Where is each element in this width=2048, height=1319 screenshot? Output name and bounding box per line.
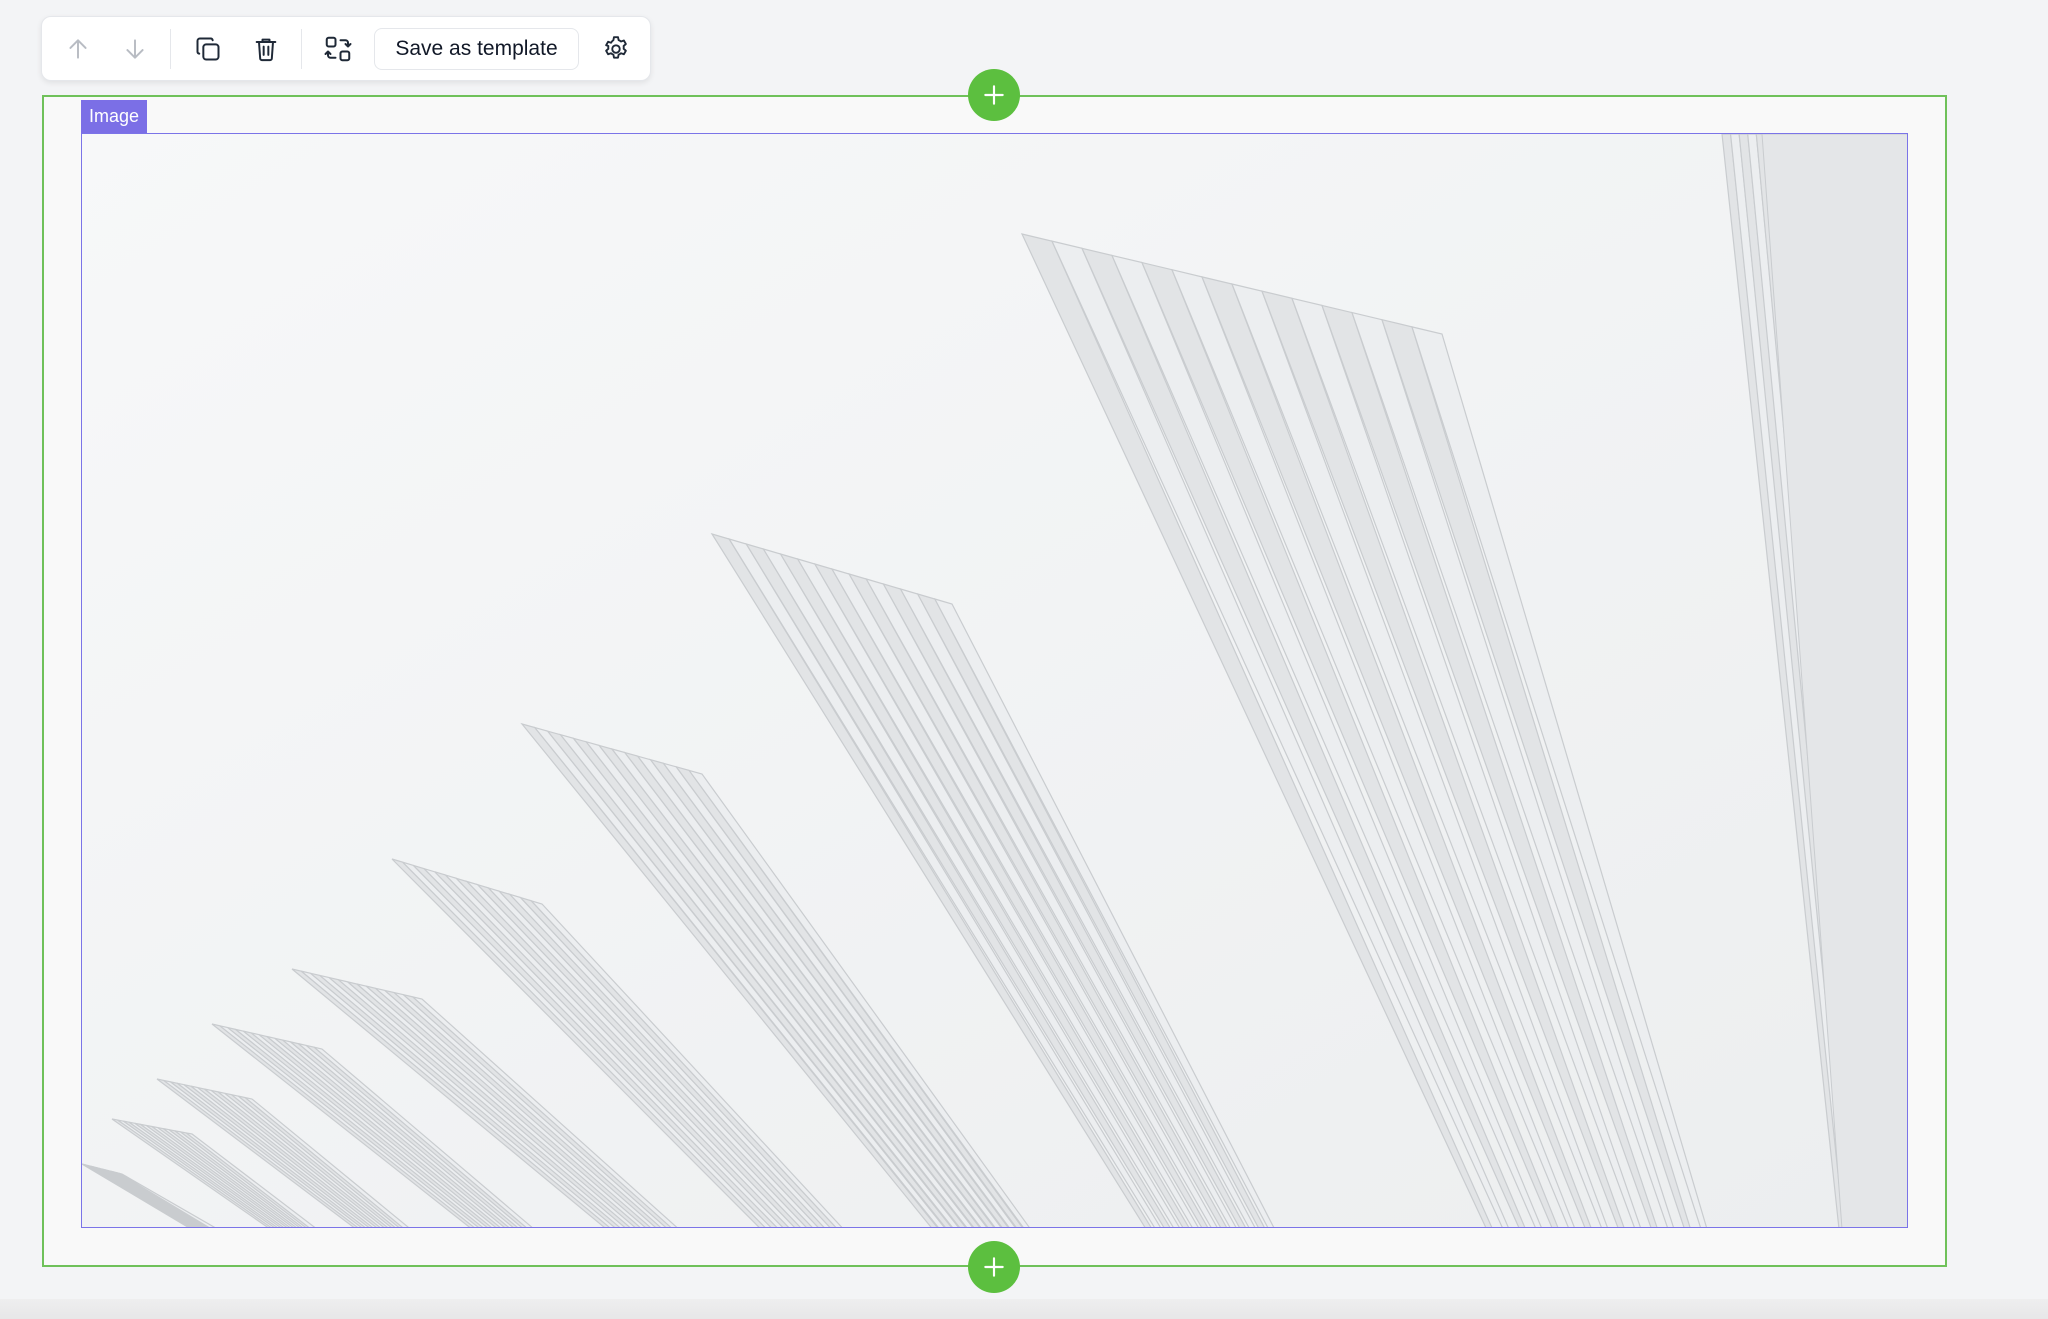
swap-block-button[interactable] (317, 28, 359, 70)
toolbar-divider (170, 29, 171, 69)
block-toolbar: Save as template (41, 16, 651, 81)
plus-icon (984, 85, 1004, 105)
toolbar-divider (301, 29, 302, 69)
editor-canvas: Save as template Image (0, 0, 2048, 1319)
image-block[interactable] (81, 133, 1908, 1228)
canvas-bottom-edge (0, 1299, 2048, 1319)
architecture-photo (82, 134, 1907, 1227)
trash-icon (255, 38, 277, 62)
block-settings-button[interactable] (595, 28, 637, 70)
move-down-button[interactable] (114, 28, 156, 70)
block-type-label: Image (81, 100, 148, 133)
copy-icon (196, 37, 220, 61)
duplicate-button[interactable] (187, 28, 229, 70)
add-block-above-button[interactable] (968, 69, 1020, 121)
move-up-button[interactable] (57, 28, 99, 70)
gear-icon (605, 36, 627, 59)
delete-button[interactable] (245, 28, 287, 70)
save-as-template-button[interactable]: Save as template (374, 28, 579, 70)
plus-icon (984, 1257, 1004, 1277)
arrow-down-icon (126, 39, 144, 59)
add-block-below-button[interactable] (968, 1241, 1020, 1293)
arrow-up-icon (69, 39, 87, 59)
swap-blocks-icon (324, 36, 352, 62)
